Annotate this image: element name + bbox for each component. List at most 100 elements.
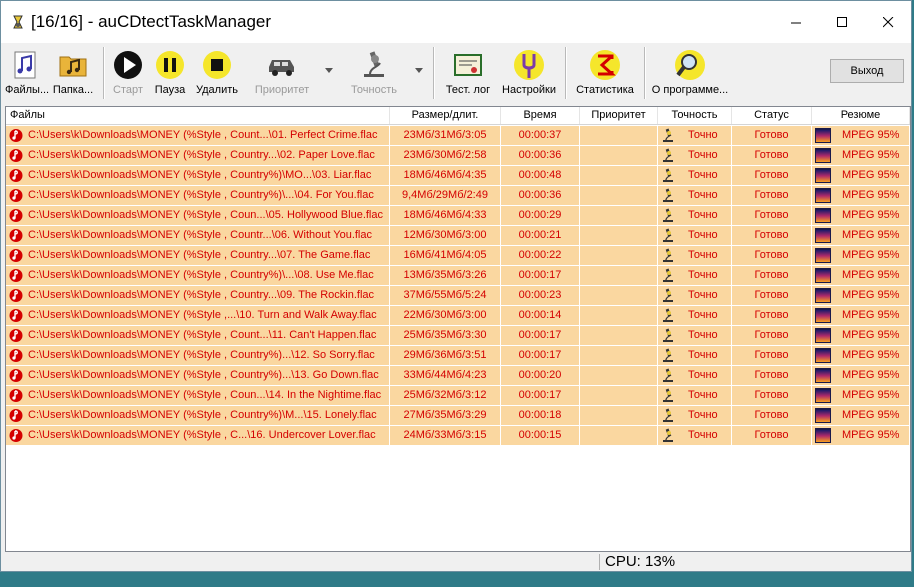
delete-label: Удалить (196, 84, 238, 96)
size-text: 18Мб/46Мб/4:35 (403, 169, 487, 181)
maximize-button[interactable] (819, 1, 865, 43)
table-row[interactable]: C:\Users\k\Downloads\MONEY (%Style , Cou… (6, 226, 910, 245)
microscope-icon (663, 308, 673, 322)
time-text: 00:00:17 (518, 349, 562, 361)
cell-file: C:\Users\k\Downloads\MONEY (%Style , Cou… (6, 186, 390, 205)
close-button[interactable] (865, 1, 911, 43)
column-header-status[interactable]: Статус (732, 107, 812, 124)
pause-icon (156, 51, 184, 79)
cell-priority (580, 266, 658, 285)
cell-size: 13Мб/35Мб/3:26 (390, 266, 501, 285)
table-row[interactable]: C:\Users\k\Downloads\MONEY (%Style , Cou… (6, 126, 910, 145)
stop-icon (203, 51, 231, 79)
microscope-icon (663, 368, 673, 382)
accuracy-text: Точно (688, 409, 718, 421)
file-text: C:\Users\k\Downloads\MONEY (%Style , Cou… (28, 249, 371, 261)
statistics-button[interactable]: Статистика (571, 45, 639, 101)
minimize-icon (790, 22, 801, 23)
cell-time: 00:00:17 (501, 346, 580, 365)
status-text: Готово (754, 129, 789, 141)
cell-file: C:\Users\k\Downloads\MONEY (%Style , C..… (6, 426, 390, 445)
cell-priority (580, 226, 658, 245)
file-text: C:\Users\k\Downloads\MONEY (%Style , Cou… (28, 209, 383, 221)
table-row[interactable]: C:\Users\k\Downloads\MONEY (%Style , Cou… (6, 266, 910, 285)
status-text: Готово (754, 389, 789, 401)
microscope-icon (663, 328, 673, 342)
delete-button[interactable]: Удалить (193, 45, 241, 101)
table-row[interactable]: C:\Users\k\Downloads\MONEY (%Style , Cou… (6, 246, 910, 265)
priority-dropdown-arrow-icon[interactable] (325, 68, 333, 73)
table-row[interactable]: C:\Users\k\Downloads\MONEY (%Style , Cou… (6, 386, 910, 405)
column-header-size[interactable]: Размер/длит. (390, 107, 501, 124)
column-header-accuracy[interactable]: Точность (658, 107, 732, 124)
cell-summary: MPEG 95% (812, 326, 910, 345)
about-button[interactable]: О программе... (649, 45, 731, 101)
table-row[interactable]: C:\Users\k\Downloads\MONEY (%Style , Cou… (6, 286, 910, 305)
accuracy-dropdown-arrow-icon[interactable] (415, 68, 423, 73)
task-table[interactable]: Файлы Размер/длит. Время Приоритет Точно… (5, 106, 911, 552)
title-bar[interactable]: [16/16] - auCDtectTaskManager (1, 1, 911, 43)
cell-summary: MPEG 95% (812, 286, 910, 305)
cell-summary: MPEG 95% (812, 266, 910, 285)
test-log-button[interactable]: Тест. лог (441, 45, 495, 101)
cell-time: 00:00:15 (501, 426, 580, 445)
table-row[interactable]: C:\Users\k\Downloads\MONEY (%Style , Cou… (6, 206, 910, 225)
time-text: 00:00:14 (518, 309, 562, 321)
music-file-icon (14, 51, 36, 79)
cell-accuracy: Точно (658, 186, 732, 205)
accuracy-button[interactable]: Точность (343, 45, 405, 101)
music-note-icon (9, 269, 23, 282)
cell-summary: MPEG 95% (812, 406, 910, 425)
cell-status: Готово (732, 346, 812, 365)
cpu-usage: CPU: 13% (605, 553, 676, 570)
cell-summary: MPEG 95% (812, 426, 910, 445)
cell-summary: MPEG 95% (812, 366, 910, 385)
cell-summary: MPEG 95% (812, 346, 910, 365)
table-row[interactable]: C:\Users\k\Downloads\MONEY (%Style , Cou… (6, 326, 910, 345)
summary-text: MPEG 95% (842, 309, 900, 321)
music-note-icon (9, 409, 23, 422)
start-button[interactable]: Старт (109, 45, 147, 101)
column-header-summary[interactable]: Резюме (812, 107, 910, 124)
cell-priority (580, 386, 658, 405)
table-row[interactable]: C:\Users\k\Downloads\MONEY (%Style , C..… (6, 426, 910, 445)
table-row[interactable]: C:\Users\k\Downloads\MONEY (%Style ,...\… (6, 306, 910, 325)
pause-button[interactable]: Пауза (151, 45, 189, 101)
spectrogram-icon (815, 208, 831, 223)
spectrogram-icon (815, 148, 831, 163)
settings-button[interactable]: Настройки (499, 45, 559, 101)
cell-status: Готово (732, 286, 812, 305)
cell-file: C:\Users\k\Downloads\MONEY (%Style , Cou… (6, 366, 390, 385)
folder-button[interactable]: Папка... (49, 45, 97, 101)
microscope-icon (663, 428, 673, 442)
cell-file: C:\Users\k\Downloads\MONEY (%Style , Cou… (6, 226, 390, 245)
magnifier-icon (675, 50, 705, 80)
accuracy-text: Точно (688, 229, 718, 241)
exit-button[interactable]: Выход (830, 59, 904, 83)
table-row[interactable]: C:\Users\k\Downloads\MONEY (%Style , Cou… (6, 346, 910, 365)
minimize-button[interactable] (773, 1, 819, 43)
column-header-time[interactable]: Время (501, 107, 580, 124)
file-text: C:\Users\k\Downloads\MONEY (%Style , C..… (28, 429, 376, 441)
size-text: 25Мб/32Мб/3:12 (403, 389, 487, 401)
table-row[interactable]: C:\Users\k\Downloads\MONEY (%Style , Cou… (6, 146, 910, 165)
column-header-priority[interactable]: Приоритет (580, 107, 658, 124)
time-text: 00:00:18 (518, 409, 562, 421)
table-row[interactable]: C:\Users\k\Downloads\MONEY (%Style , Cou… (6, 166, 910, 185)
table-row[interactable]: C:\Users\k\Downloads\MONEY (%Style , Cou… (6, 406, 910, 425)
size-text: 29Мб/36Мб/3:51 (403, 349, 487, 361)
accuracy-text: Точно (688, 209, 718, 221)
cell-accuracy: Точно (658, 286, 732, 305)
summary-text: MPEG 95% (842, 189, 900, 201)
cell-file: C:\Users\k\Downloads\MONEY (%Style , Cou… (6, 406, 390, 425)
table-row[interactable]: C:\Users\k\Downloads\MONEY (%Style , Cou… (6, 366, 910, 385)
table-row[interactable]: C:\Users\k\Downloads\MONEY (%Style , Cou… (6, 186, 910, 205)
cell-summary: MPEG 95% (812, 166, 910, 185)
files-button[interactable]: Файлы... (5, 45, 49, 101)
music-note-icon (9, 189, 23, 202)
column-header-files[interactable]: Файлы (6, 107, 390, 124)
accuracy-text: Точно (688, 349, 718, 361)
summary-text: MPEG 95% (842, 389, 900, 401)
priority-button[interactable]: Приоритет (251, 45, 313, 101)
sigma-icon (590, 50, 620, 80)
